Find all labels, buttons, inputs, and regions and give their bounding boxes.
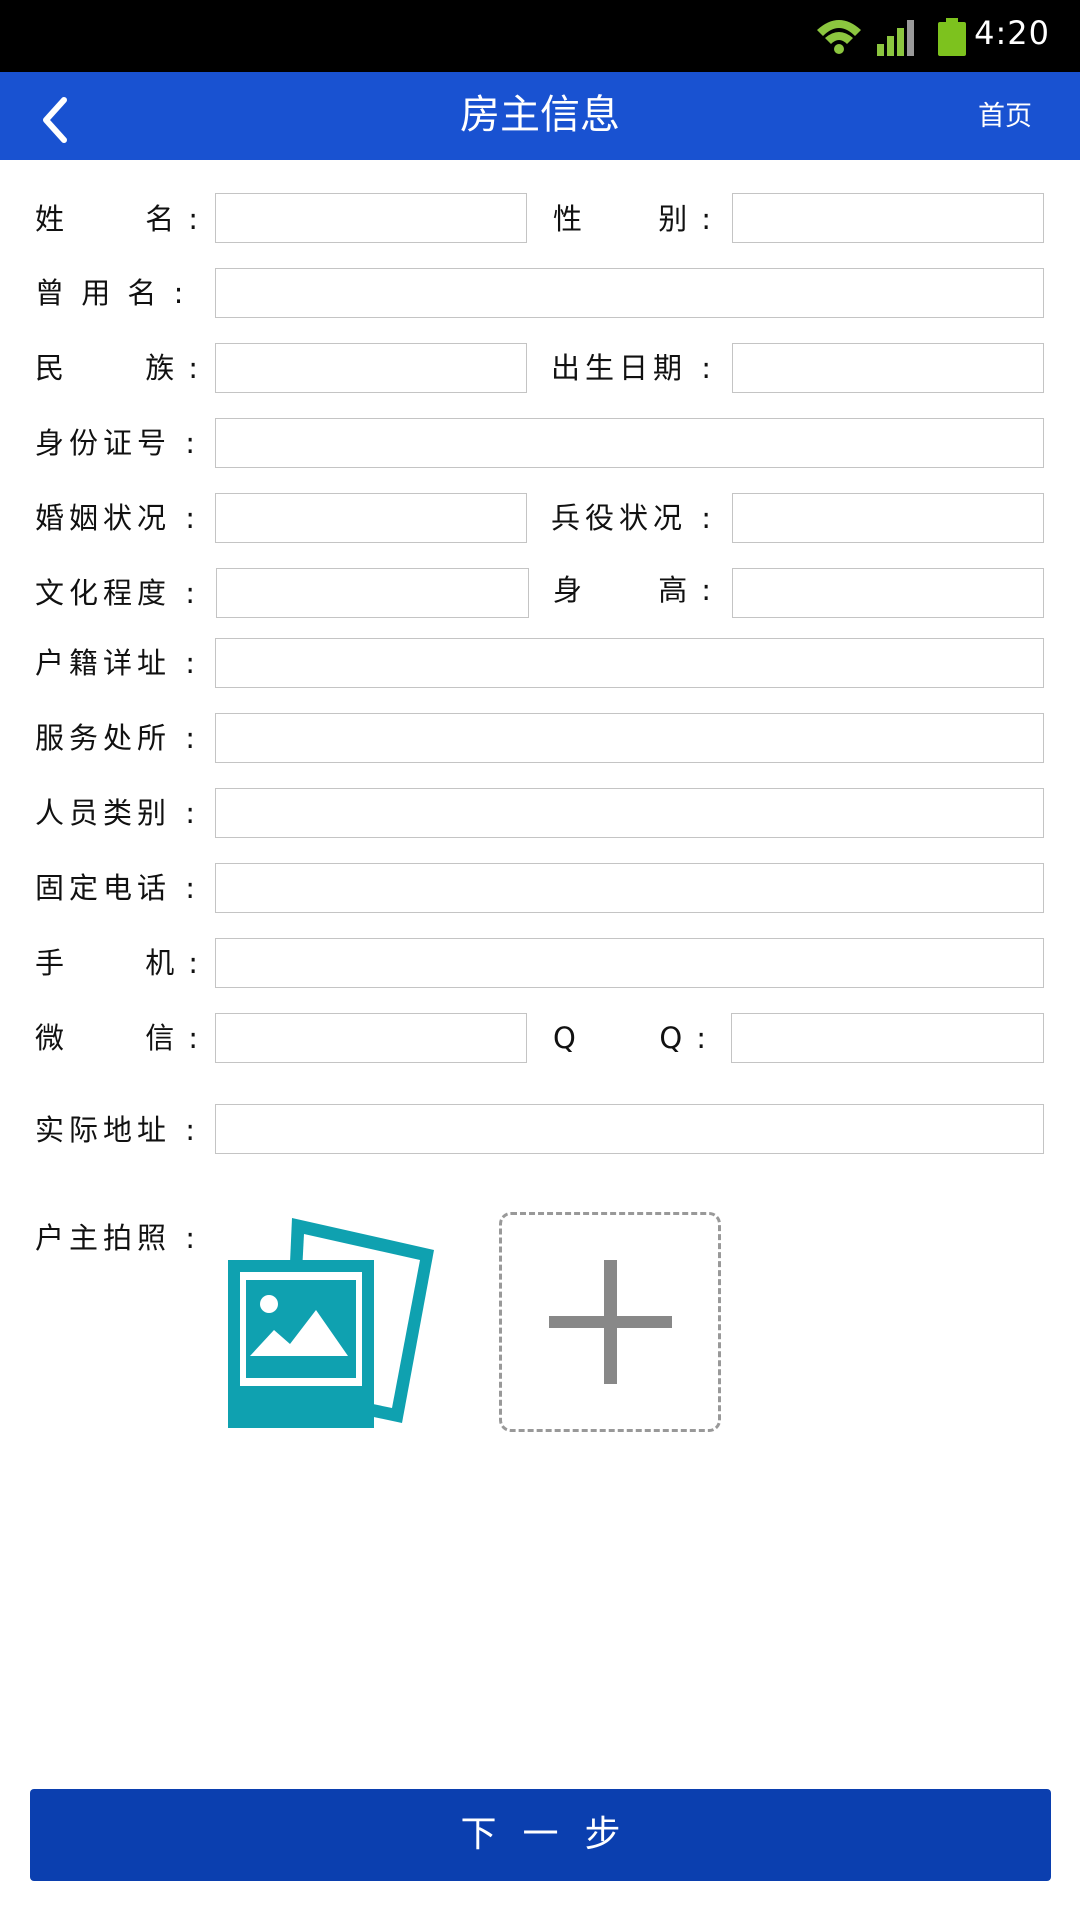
actual-address-label: 实际地址 : bbox=[35, 1113, 200, 1147]
wechat-label-first: 微 bbox=[35, 1021, 65, 1055]
gender-label-colon: : bbox=[701, 202, 711, 236]
signal-icon bbox=[877, 20, 914, 56]
workplace-label: 服务处所 : bbox=[35, 721, 200, 755]
battery-icon bbox=[938, 18, 966, 56]
landline-label: 固定电话 : bbox=[35, 871, 200, 905]
person-type-label: 人员类别 : bbox=[35, 796, 200, 830]
gender-label-last: 别 bbox=[658, 202, 688, 236]
height-label-first: 身 bbox=[553, 573, 583, 607]
military-status-label: 兵役状况 : bbox=[551, 501, 716, 535]
height-label-last: 高 bbox=[658, 573, 688, 607]
wechat-input[interactable] bbox=[215, 1013, 527, 1063]
wechat-label-last: 信 bbox=[145, 1021, 175, 1055]
height-input[interactable] bbox=[732, 568, 1044, 618]
military-status-input[interactable] bbox=[732, 493, 1044, 543]
person-type-input[interactable] bbox=[215, 788, 1044, 838]
gender-label-first: 性 bbox=[553, 202, 583, 236]
mobile-input[interactable] bbox=[215, 938, 1044, 988]
mobile-label-first: 手 bbox=[35, 946, 65, 980]
mobile-label: 手 机: bbox=[35, 943, 198, 983]
height-label-colon: : bbox=[701, 573, 711, 607]
plus-icon-vertical bbox=[604, 1260, 617, 1384]
former-name-input[interactable] bbox=[215, 268, 1044, 318]
name-label-first: 姓 bbox=[35, 202, 65, 236]
name-label-last: 名 bbox=[145, 202, 175, 236]
workplace-input[interactable] bbox=[215, 713, 1044, 763]
wifi-icon bbox=[817, 20, 861, 54]
birth-date-label: 出生日期 : bbox=[551, 351, 716, 385]
birth-date-input[interactable] bbox=[732, 343, 1044, 393]
qq-label-first: Q bbox=[553, 1021, 576, 1055]
next-step-button[interactable]: 下一步 bbox=[30, 1789, 1051, 1881]
ethnicity-label-last: 族 bbox=[145, 351, 175, 385]
mobile-label-colon: : bbox=[188, 946, 198, 980]
name-label-colon: : bbox=[188, 202, 198, 236]
home-link[interactable]: 首页 bbox=[978, 100, 1032, 134]
qq-label-colon: : bbox=[696, 1021, 706, 1055]
ethnicity-input[interactable] bbox=[215, 343, 527, 393]
ethnicity-label: 民 族: bbox=[35, 348, 198, 388]
page-title: 房主信息 bbox=[460, 92, 620, 138]
qq-input[interactable] bbox=[731, 1013, 1044, 1063]
status-bar bbox=[0, 0, 1080, 72]
qq-label-last: Q bbox=[659, 1021, 683, 1055]
education-label: 文化程度 : bbox=[35, 576, 200, 610]
mobile-label-last: 机 bbox=[145, 946, 175, 980]
wechat-label: 微 信: bbox=[35, 1018, 198, 1058]
education-input[interactable] bbox=[216, 568, 529, 618]
gender-input[interactable] bbox=[732, 193, 1044, 243]
household-address-label: 户籍详址 : bbox=[35, 646, 200, 680]
actual-address-input[interactable] bbox=[215, 1104, 1044, 1154]
gender-label: 性 别: bbox=[553, 199, 711, 239]
qq-label: Q Q: bbox=[553, 1018, 706, 1058]
marital-status-label: 婚姻状况 : bbox=[35, 501, 200, 535]
ethnicity-label-colon: : bbox=[188, 351, 198, 385]
wechat-label-colon: : bbox=[188, 1021, 198, 1055]
landline-input[interactable] bbox=[215, 863, 1044, 913]
photo-label: 户主拍照 : bbox=[35, 1221, 200, 1255]
marital-status-input[interactable] bbox=[215, 493, 527, 543]
name-input[interactable] bbox=[215, 193, 527, 243]
id-number-input[interactable] bbox=[215, 418, 1044, 468]
id-number-label: 身份证号 : bbox=[35, 426, 200, 460]
name-label: 姓 名: bbox=[35, 199, 198, 239]
height-label: 身 高: bbox=[553, 570, 711, 610]
photo-gallery-icon bbox=[228, 1218, 434, 1428]
ethnicity-label-first: 民 bbox=[35, 351, 65, 385]
household-address-input[interactable] bbox=[215, 638, 1044, 688]
status-time: 4:20 bbox=[974, 14, 1050, 52]
former-name-label: 曾 用 名 : bbox=[35, 276, 188, 310]
